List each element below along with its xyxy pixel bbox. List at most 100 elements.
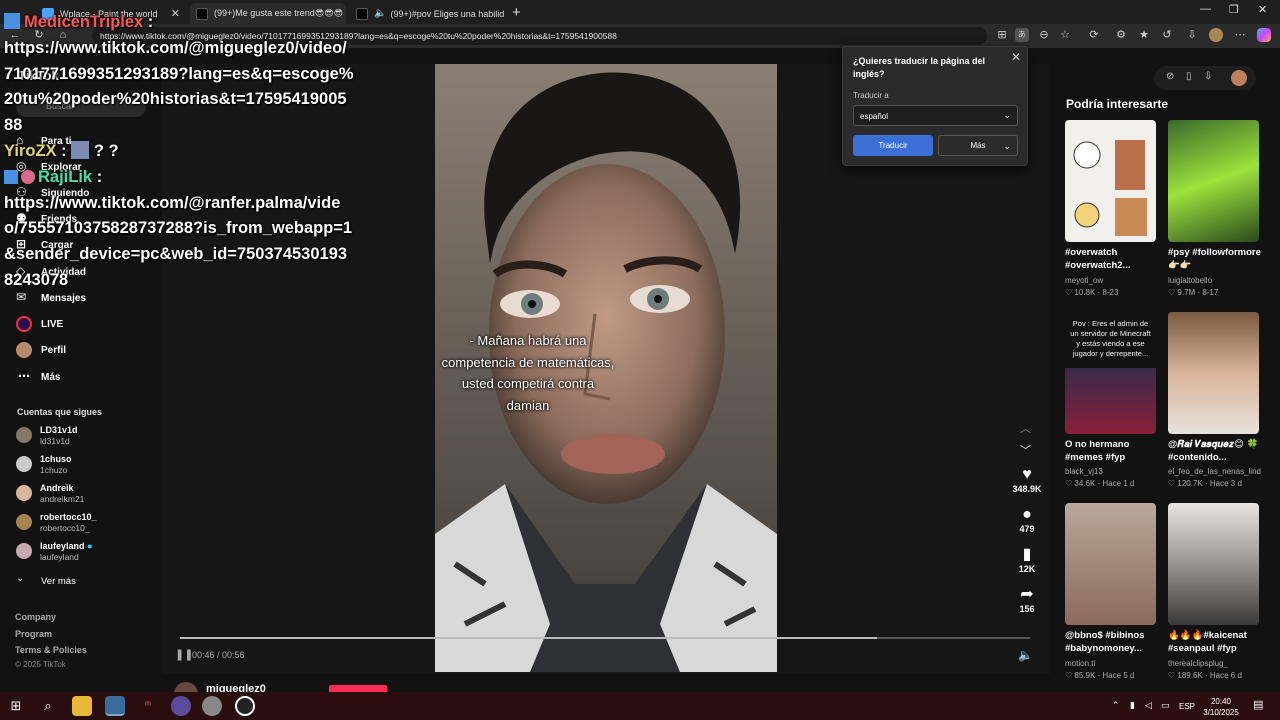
new-tab-button[interactable]: + — [512, 4, 521, 21]
footer-program[interactable]: Program — [15, 629, 52, 639]
nav-perfil[interactable]: Perfil — [16, 342, 66, 358]
card-title[interactable]: O no hermano #memes #fyp — [1065, 438, 1165, 464]
card-title[interactable]: @bbno$ #bibinos #babynomoney... — [1065, 629, 1165, 655]
account-item[interactable]: 1chuso 1chuzo — [16, 454, 72, 476]
thumb-1[interactable] — [1065, 120, 1156, 242]
app-icon[interactable]: ᵐ — [138, 696, 158, 716]
card-author: black_vj13 — [1065, 467, 1103, 476]
previous-video-button[interactable]: ︿ — [1020, 420, 1031, 436]
card-author: meyoti_ow — [1065, 276, 1104, 285]
avatar[interactable] — [1231, 70, 1247, 86]
card-title[interactable]: #psy #followformore 👉🏻👉🏻 — [1168, 246, 1268, 272]
extensions-icon[interactable]: ⚙ — [1114, 28, 1128, 42]
device-icon[interactable]: ▯ — [1186, 71, 1192, 82]
card-stats: ♡ 34.6K · Hace 1 d — [1065, 479, 1135, 488]
search-icon[interactable]: ⌕ — [38, 696, 58, 716]
card-author: luigialtobello — [1168, 276, 1213, 285]
share-button[interactable]: ➦ 156 — [1012, 586, 1042, 614]
steam-icon[interactable] — [202, 696, 222, 716]
avatar — [16, 543, 32, 559]
thumb-5[interactable] — [1065, 503, 1156, 625]
edge-icon[interactable] — [105, 696, 125, 716]
downloads-icon[interactable]: ⇩ — [1185, 28, 1199, 42]
card-title[interactable]: @𝑹𝒂𝒊 𝑽𝒂𝒔𝒒𝒖𝒆𝒛😊 🍀 #contenido... — [1168, 438, 1268, 464]
windows-start-icon[interactable]: ⊞ — [6, 696, 26, 716]
favorite-star-icon[interactable]: ☆ — [1058, 28, 1072, 42]
comment-button[interactable]: ● 479 — [1012, 506, 1042, 534]
heart-outline-icon: ♡ — [1065, 479, 1073, 488]
account-item[interactable]: robertocc10_ robertocc10_ — [16, 512, 97, 534]
account-item[interactable]: laufeyland ● laufeyland — [16, 541, 92, 563]
footer-terms[interactable]: Terms & Policies — [15, 645, 87, 655]
copilot-icon[interactable] — [1257, 28, 1271, 42]
badge-icon — [21, 169, 35, 184]
download-icon[interactable]: ⇩ — [1204, 71, 1212, 82]
see-more-button[interactable]: ⌄ Ver más — [16, 573, 76, 589]
more-button[interactable]: Más ⌄ — [938, 135, 1018, 156]
heart-icon: ♥ — [1022, 466, 1032, 483]
profile-avatar[interactable] — [1209, 28, 1223, 42]
language-select[interactable]: español ⌄ — [853, 105, 1018, 126]
chat-text: ? ? — [93, 141, 119, 160]
history-icon[interactable]: ↺ — [1160, 28, 1174, 42]
thumb-4[interactable] — [1168, 312, 1259, 434]
following-heading: Cuentas que sigues — [17, 407, 103, 417]
thumb-6[interactable] — [1168, 503, 1259, 625]
like-button[interactable]: ♥ 348.9K — [1012, 466, 1042, 494]
clock[interactable]: 20:40 3/10/2025 — [1203, 696, 1239, 718]
thumb-3[interactable]: Pov : Eres el admin de un servidor de Mi… — [1065, 312, 1156, 434]
chat-text: https://www.tiktok.com/@migueglez0/video… — [4, 38, 354, 135]
maximize-button[interactable]: ❐ — [1229, 3, 1239, 16]
progress-fill — [180, 637, 877, 639]
tiktok-icon — [356, 7, 368, 20]
nav-mas[interactable]: ⋯ Más — [16, 369, 60, 385]
language-indicator[interactable]: ESP — [1179, 702, 1195, 711]
favorites-icon[interactable]: ★ — [1137, 28, 1151, 42]
account-item[interactable]: LD31v1d ld31v1d — [16, 425, 78, 447]
emote-icon — [71, 140, 90, 159]
tab-tiktok-2[interactable]: 🔈 (99+)#pov Eliges una habilid ✕ — [350, 3, 508, 24]
pause-icon[interactable]: ❚❚ — [175, 648, 193, 661]
notifications-icon[interactable]: ▤ — [1253, 698, 1263, 711]
card-title[interactable]: #overwatch #overwatch2... — [1065, 246, 1165, 272]
chat-username: RajiLik — [38, 167, 93, 186]
thumb-2[interactable] — [1168, 120, 1259, 242]
tray-chevron-icon[interactable]: ⌃ — [1112, 700, 1120, 711]
chat-text: https://www.tiktok.com/@ranfer.palma/vid… — [4, 193, 353, 289]
nav-live[interactable]: LIVE — [16, 316, 63, 332]
close-window-button[interactable]: ✕ — [1258, 3, 1267, 16]
coins-icon[interactable]: ⊘ — [1166, 71, 1174, 82]
card-author: el_feo_de_las_nenas_lind — [1168, 467, 1261, 476]
close-icon[interactable]: ✕ — [1011, 50, 1021, 64]
popup-title: ¿Quieres traducir la página del inglés? — [853, 56, 986, 79]
chat-username: MedicenTriplex — [24, 13, 144, 31]
mic-icon[interactable]: ▮ — [1130, 700, 1135, 711]
app-available-icon[interactable]: ⊞ — [995, 28, 1009, 42]
chevron-down-icon: ⌄ — [16, 573, 25, 584]
network-icon[interactable]: ▭ — [1161, 700, 1170, 711]
volume-icon[interactable]: 🔈 — [1018, 648, 1033, 662]
follow-button[interactable] — [329, 685, 387, 692]
menu-icon[interactable]: ⋯ — [1233, 28, 1247, 42]
discord-icon[interactable] — [171, 696, 191, 716]
refresh-extension-icon[interactable]: ⟳ — [1087, 28, 1101, 42]
minimize-button[interactable]: — — [1200, 3, 1211, 15]
translate-icon[interactable]: あ — [1015, 28, 1029, 42]
thumb-image — [1065, 368, 1156, 434]
next-video-button[interactable]: ﹀ — [1020, 442, 1031, 458]
translate-button[interactable]: Traducir — [853, 135, 933, 156]
footer-company[interactable]: Company — [15, 612, 56, 622]
card-title[interactable]: 🔥🔥🔥#kaicenat #seanpaul #fyp — [1168, 629, 1268, 655]
translate-popup: ¿Quieres traducir la página del inglés? … — [842, 46, 1028, 166]
chevron-down-icon: ⌄ — [1003, 110, 1011, 120]
thumb-text: Pov : Eres el admin de un servidor de Mi… — [1070, 319, 1151, 358]
card-author: therealclipsplug_ — [1168, 659, 1229, 668]
zoom-icon[interactable]: ⊖ — [1037, 28, 1051, 42]
obs-icon[interactable] — [235, 696, 255, 716]
speaker-icon[interactable]: ◁ — [1145, 700, 1152, 711]
save-button[interactable]: ▮ 12K — [1012, 546, 1042, 574]
close-tab-icon[interactable]: ✕ — [504, 7, 508, 20]
account-item[interactable]: Andreik andreikm21 — [16, 483, 84, 505]
file-explorer-icon[interactable] — [72, 696, 92, 716]
avatar — [16, 427, 32, 443]
